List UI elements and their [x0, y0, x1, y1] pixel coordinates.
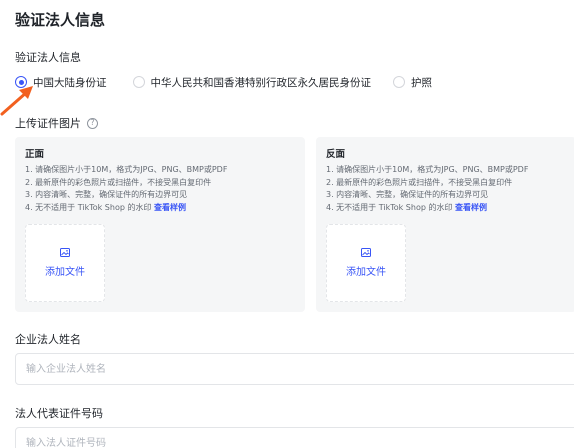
legal-id-input[interactable] [15, 427, 574, 448]
radio-passport[interactable]: 护照 [393, 75, 432, 90]
image-icon [60, 248, 70, 257]
question-circle-icon[interactable]: ? [87, 117, 98, 129]
front-rule-1: 1. 请确保图片小于10M，格式为JPG、PNG、BMP或PDF [25, 165, 228, 174]
id-front-upload-card: 正面 1. 请确保图片小于10M，格式为JPG、PNG、BMP或PDF 2. 最… [15, 137, 305, 312]
radio-unchecked-icon[interactable] [132, 76, 145, 88]
back-card-title: 反面 [326, 149, 346, 160]
radio-hk-permanent-id-label: 中华人民共和国香港特别行政区永久居民身份证 [150, 76, 372, 89]
back-rule-2: 2. 最新原件的彩色照片或扫描件，不接受黑白复印件 [326, 177, 513, 187]
upload-title-text: 上传证件图片 [15, 117, 81, 130]
front-add-file-button[interactable]: 添加文件 [25, 224, 105, 302]
id-type-radio-group: 中国大陆身份证 中华人民共和国香港特别行政区永久居民身份证 护照 [15, 74, 432, 90]
legal-id-label: 法人代表证件号码 [15, 407, 103, 420]
front-rule-4: 4. 无不适用于 TikTok Shop 的水印 [25, 202, 152, 212]
id-type-label: 验证法人信息 [15, 51, 81, 64]
front-rule-2: 2. 最新原件的彩色照片或扫描件，不接受黑白复印件 [25, 177, 212, 187]
back-rule-4-row: 4. 无不适用于 TikTok Shop 的水印 查看样例 [326, 202, 566, 215]
radio-unchecked-icon[interactable] [393, 76, 405, 88]
front-rule-4-row: 4. 无不适用于 TikTok Shop 的水印 查看样例 [25, 202, 295, 215]
annotation-arrow-icon [0, 86, 33, 116]
id-back-upload-card: 反面 1. 请确保图片小于10M，格式为JPG、PNG、BMP或PDF 2. 最… [316, 137, 574, 312]
radio-hk-permanent-id[interactable]: 中华人民共和国香港特别行政区永久居民身份证 [132, 75, 372, 90]
front-card-title: 正面 [25, 149, 45, 160]
back-view-sample-link[interactable]: 查看样例 [455, 203, 487, 212]
front-rule-3: 3. 内容清晰、完整，确保证件的所有边界可见 [25, 190, 188, 199]
back-rule-1: 1. 请确保图片小于10M，格式为JPG、PNG、BMP或PDF [326, 165, 529, 174]
radio-mainland-id-label: 中国大陆身份证 [33, 76, 107, 89]
back-rule-4: 4. 无不适用于 TikTok Shop 的水印 [326, 202, 453, 212]
radio-passport-label: 护照 [411, 76, 432, 89]
legal-name-input[interactable] [15, 353, 574, 385]
back-add-file-button[interactable]: 添加文件 [326, 224, 406, 302]
image-icon [361, 248, 371, 257]
front-add-file-label: 添加文件 [45, 267, 85, 278]
legal-name-label: 企业法人姓名 [15, 333, 81, 346]
front-view-sample-link[interactable]: 查看样例 [154, 203, 186, 212]
back-add-file-label: 添加文件 [346, 267, 386, 278]
upload-title: 上传证件图片 ? [15, 115, 98, 131]
back-rule-3: 3. 内容清晰、完整，确保证件的所有边界可见 [326, 190, 489, 199]
page-title: 验证法人信息 [15, 11, 106, 29]
